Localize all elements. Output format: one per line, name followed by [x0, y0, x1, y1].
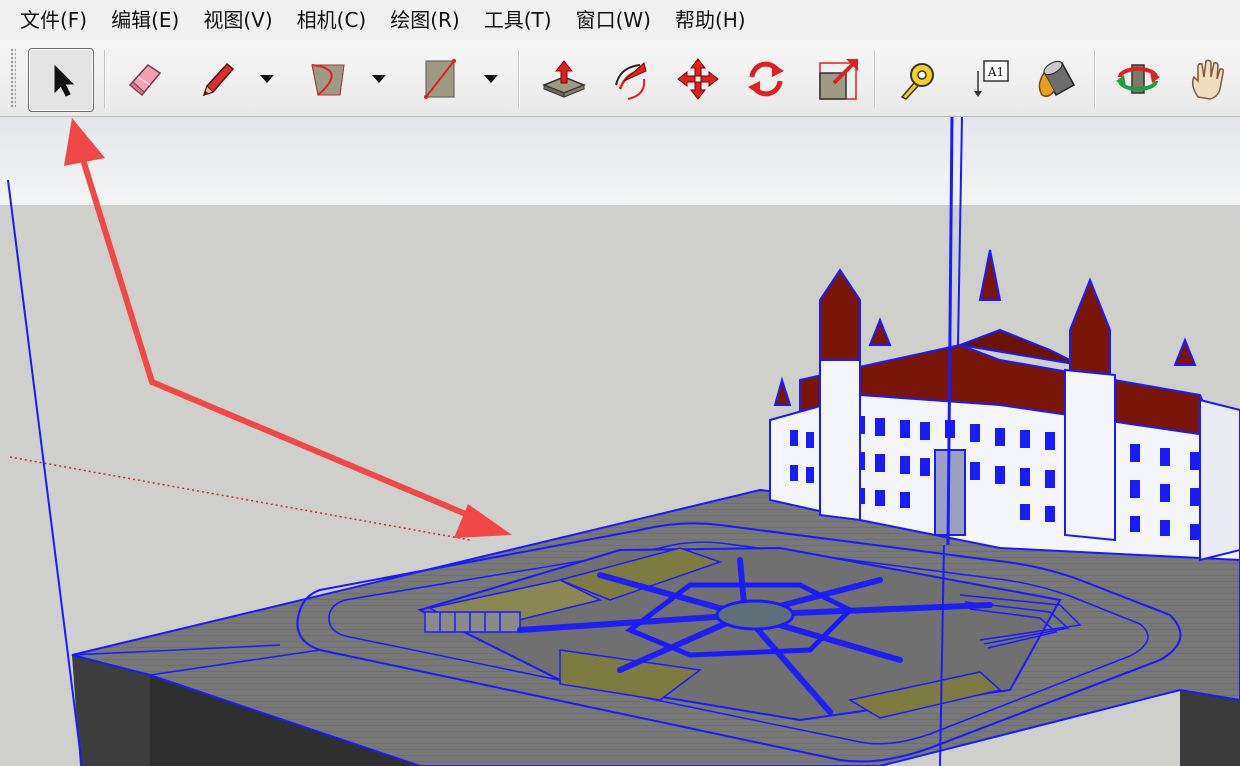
orbit-tool-button[interactable]: [1106, 48, 1170, 110]
paint-bucket-icon: [1038, 60, 1076, 98]
model-canvas[interactable]: [0, 117, 1240, 766]
rotate-tool-button[interactable]: [734, 48, 798, 110]
toolbar-separator: [1094, 50, 1095, 108]
garden-steps-left: [424, 611, 521, 633]
push-pull-tool-button[interactable]: [532, 48, 596, 110]
line-tool-button[interactable]: [184, 48, 248, 110]
move-icon: [677, 58, 719, 100]
text-label-icon: A1: [974, 60, 1009, 97]
scale-icon: [819, 59, 858, 100]
fountain-pool: [715, 599, 795, 631]
line-tool-dropdown[interactable]: [256, 48, 278, 110]
toolbar-separator: [874, 50, 875, 108]
menu-edit[interactable]: 编辑(E): [99, 0, 191, 40]
tape-measure-tool-button[interactable]: [886, 48, 950, 110]
model-viewport[interactable]: [0, 117, 1240, 766]
select-tool-button[interactable]: [28, 48, 94, 112]
dropdown-caret-icon: [260, 75, 274, 83]
menu-tools[interactable]: 工具(T): [472, 0, 564, 40]
rectangle-icon: [424, 59, 456, 99]
offset-icon: [615, 62, 647, 100]
menu-draw[interactable]: 绘图(R): [378, 0, 472, 40]
menu-file[interactable]: 文件(F): [0, 0, 99, 40]
menu-help[interactable]: 帮助(H): [663, 0, 758, 40]
rectangle-tool-dropdown[interactable]: [480, 48, 502, 110]
menu-bar: 文件(F) 编辑(E) 视图(V) 相机(C) 绘图(R) 工具(T) 窗口(W…: [0, 0, 1240, 40]
menu-window[interactable]: 窗口(W): [564, 0, 663, 40]
rotate-icon: [748, 61, 784, 97]
paint-bucket-tool-button[interactable]: [1024, 48, 1088, 110]
menu-view[interactable]: 视图(V): [191, 0, 284, 40]
dropdown-caret-icon: [372, 75, 386, 83]
eraser-icon: [128, 64, 162, 97]
rectangle-tool-button[interactable]: [408, 48, 472, 110]
push-pull-icon: [541, 60, 587, 98]
arc-tool-button[interactable]: [296, 48, 360, 110]
move-tool-button[interactable]: [666, 48, 730, 110]
arc-tool-dropdown[interactable]: [368, 48, 390, 110]
pencil-icon: [202, 62, 235, 97]
hand-icon: [1191, 59, 1224, 100]
toolbar-grip[interactable]: [10, 48, 16, 108]
text-tool-label: A1: [987, 65, 1004, 79]
toolbar-separator: [104, 50, 105, 108]
pan-tool-button[interactable]: [1176, 48, 1240, 110]
offset-tool-button[interactable]: [598, 48, 662, 110]
orbit-icon: [1116, 64, 1160, 94]
arrow-cursor-icon: [54, 64, 75, 97]
tape-measure-icon: [900, 63, 934, 100]
toolbar: A1: [0, 40, 1240, 117]
toolbar-separator: [518, 50, 519, 108]
scale-tool-button[interactable]: [806, 48, 870, 110]
text-tool-button[interactable]: A1: [958, 48, 1022, 110]
eraser-tool-button[interactable]: [112, 48, 176, 110]
base-right-face: [1180, 690, 1240, 766]
sky: [0, 117, 1240, 205]
arc-icon: [311, 64, 345, 96]
menu-camera[interactable]: 相机(C): [285, 0, 379, 40]
dropdown-caret-icon: [484, 75, 498, 83]
